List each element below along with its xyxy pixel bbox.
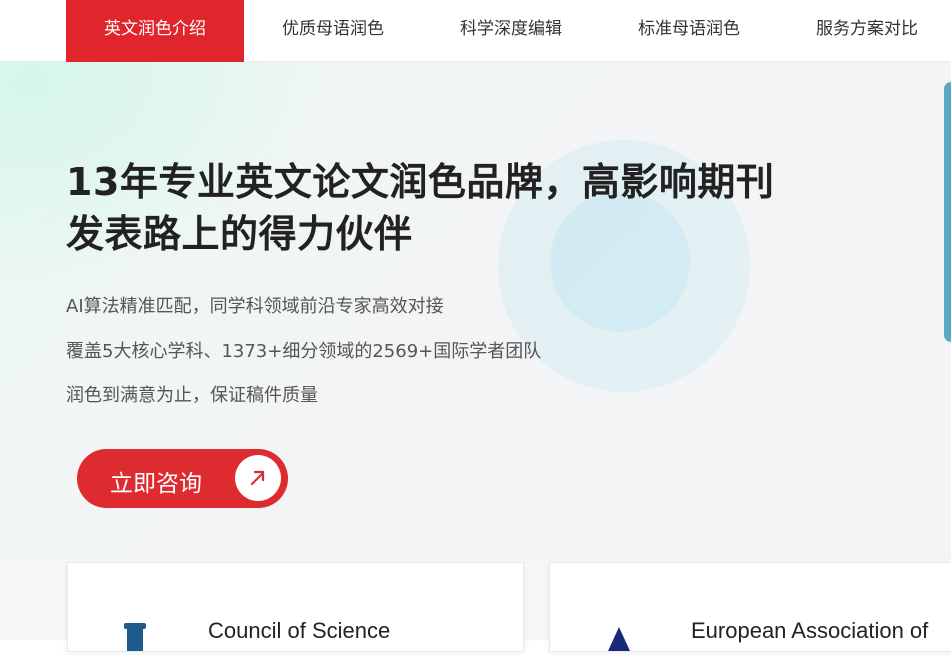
- council-logo-icon: [120, 621, 150, 655]
- eurasian-logo-icon: [606, 625, 632, 655]
- hero-edge-decoration: [944, 82, 951, 342]
- consult-button[interactable]: 立即咨询: [77, 449, 288, 508]
- hero-banner: 13年专业英文论文润色品牌，高影响期刊 发表路上的得力伙伴 AI算法精准匹配，同…: [0, 62, 951, 560]
- nav-tab-intro[interactable]: 英文润色介绍: [66, 0, 244, 62]
- partner-cards: Council of Science European Association …: [0, 560, 951, 652]
- nav-tab-standard-editing[interactable]: 标准母语润色: [600, 0, 778, 62]
- hero-title-line-1: 13年专业英文论文润色品牌，高影响期刊: [66, 160, 775, 204]
- nav-tab-premium-editing[interactable]: 优质母语润色: [244, 0, 422, 62]
- nav-tab-scientific-editing[interactable]: 科学深度编辑: [422, 0, 600, 62]
- hero-feature-1: AI算法精准匹配，同学科领域前沿专家高效对接: [66, 296, 444, 317]
- hero-title: 13年专业英文论文润色品牌，高影响期刊 发表路上的得力伙伴: [66, 156, 846, 260]
- arrow-up-right-icon: [235, 455, 281, 501]
- partner-card-council[interactable]: Council of Science: [67, 562, 524, 652]
- consult-button-label: 立即咨询: [110, 471, 202, 497]
- nav-tab-plan-comparison[interactable]: 服务方案对比: [778, 0, 951, 62]
- top-nav: 英文润色介绍 优质母语润色 科学深度编辑 标准母语润色 服务方案对比: [0, 0, 951, 62]
- partner-card-title: European Association of: [691, 618, 929, 643]
- hero-feature-2: 覆盖5大核心学科、1373+细分领域的2569+国际学者团队: [66, 341, 542, 362]
- partner-card-title: Council of Science: [208, 618, 391, 643]
- hero-title-line-2: 发表路上的得力伙伴: [66, 212, 413, 256]
- hero-feature-3: 润色到满意为止，保证稿件质量: [66, 385, 318, 406]
- partner-card-european[interactable]: European Association of: [549, 562, 951, 652]
